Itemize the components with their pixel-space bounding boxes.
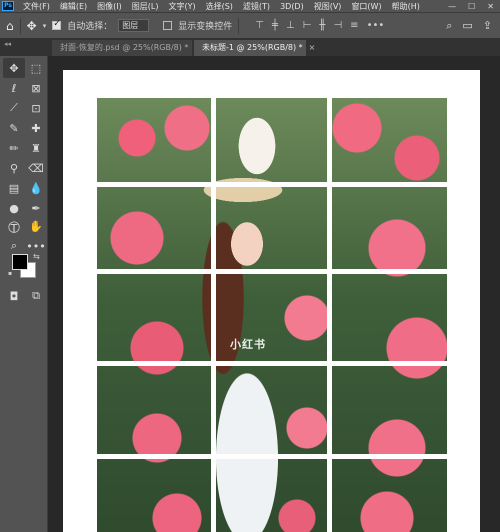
eyedropper-icon[interactable]: ✎ — [3, 118, 25, 138]
auto-select-checkbox[interactable] — [52, 19, 62, 30]
show-transform-checkbox[interactable] — [163, 21, 173, 30]
grid-photo: 小红书 — [97, 98, 447, 532]
healing-brush-icon[interactable]: ✚ — [25, 118, 47, 138]
swap-colors-icon[interactable]: ⇆ — [33, 252, 40, 261]
eraser-tool-icon[interactable]: ⌫ — [25, 158, 47, 178]
align-bottom-icon[interactable]: ⊥ — [286, 20, 295, 31]
align-right-icon[interactable]: ⊣ — [333, 20, 342, 31]
minimize-icon[interactable]: — — [448, 2, 456, 11]
frame-tool-icon[interactable]: ⊡ — [25, 98, 47, 118]
menu-3d[interactable]: 3D(D) — [275, 2, 309, 11]
home-icon[interactable]: ⌂ — [6, 19, 14, 33]
menu-bar: Ps 文件(F) 编辑(E) 图像(I) 图层(L) 文字(Y) 选择(S) 滤… — [0, 0, 500, 12]
grid-divider — [327, 98, 332, 532]
chevron-down-icon[interactable]: ▾ — [43, 22, 47, 30]
grid-divider — [97, 269, 447, 274]
tab-untitled-document[interactable]: 未标题-1 @ 25%(RGB/8) * × — [194, 40, 315, 56]
menu-window[interactable]: 窗口(W) — [346, 1, 386, 12]
align-top-icon[interactable]: ⊤ — [255, 20, 264, 31]
grid-divider — [97, 454, 447, 459]
document-tabs: ◂◂ 封面-恢复的.psd @ 25%(RGB/8) *× 未标题-1 @ 25… — [0, 38, 500, 56]
menu-select[interactable]: 选择(S) — [201, 1, 238, 12]
zoom-icon[interactable]: ⌕ — [3, 236, 25, 256]
move-tool-icon[interactable]: ✥ — [3, 58, 25, 78]
menu-edit[interactable]: 编辑(E) — [55, 1, 92, 12]
move-tool-icon[interactable]: ✥ — [27, 19, 37, 33]
hand-icon[interactable]: ✋ — [25, 216, 47, 236]
grid-divider — [97, 182, 447, 187]
tab-label: 未标题-1 @ 25%(RGB/8) * — [202, 43, 303, 52]
menu-file[interactable]: 文件(F) — [18, 1, 55, 12]
pen-tool-icon[interactable]: ✒ — [25, 198, 47, 218]
foreground-color-swatch[interactable] — [12, 254, 28, 270]
show-transform-label: 显示变换控件 — [178, 22, 233, 32]
more-icon[interactable]: ••• — [367, 20, 385, 31]
blur-tool-icon[interactable]: 💧 — [25, 178, 47, 198]
menu-view[interactable]: 视图(V) — [309, 1, 347, 12]
brush-tool-icon[interactable]: ✏ — [3, 138, 25, 158]
crop-tool-icon[interactable]: ⟋ — [3, 98, 25, 118]
auto-select-dropdown[interactable]: 图层 — [118, 19, 150, 32]
ellipse-icon[interactable]: ◯ — [3, 216, 25, 236]
menu-layer[interactable]: 图层(L) — [127, 1, 164, 12]
align-center-icon[interactable]: ╫ — [319, 20, 325, 31]
menu-filter[interactable]: 滤镜(T) — [238, 1, 275, 12]
maximize-icon[interactable]: ☐ — [468, 2, 475, 11]
tab-cover-document[interactable]: 封面-恢复的.psd @ 25%(RGB/8) *× — [52, 40, 201, 56]
align-middle-icon[interactable]: ╪ — [272, 20, 278, 31]
auto-select-label: 自动选择： — [67, 22, 113, 32]
photoshop-logo: Ps — [2, 1, 14, 11]
watermark-text: 小红书 — [230, 338, 266, 351]
gradient-tool-icon[interactable]: ▤ — [3, 178, 25, 198]
divider — [19, 17, 21, 34]
marquee-tool-icon[interactable]: ⬚ — [25, 58, 47, 78]
stamp-tool-icon[interactable]: ♜ — [25, 138, 47, 158]
document-canvas[interactable]: 小红书 — [63, 70, 480, 532]
collapse-panel-icon[interactable]: ◂◂ — [4, 40, 11, 48]
history-brush-icon[interactable]: ⚲ — [3, 158, 25, 178]
object-select-icon[interactable]: ⊠ — [25, 78, 47, 98]
screen-mode-icon[interactable]: ⧉ — [25, 286, 47, 306]
menu-type[interactable]: 文字(Y) — [163, 1, 200, 12]
quick-mask-icon[interactable]: ◘ — [3, 286, 25, 306]
menu-image[interactable]: 图像(I) — [92, 1, 127, 12]
distribute-icon[interactable]: ≡ — [350, 20, 358, 31]
tab-label: 封面-恢复的.psd @ 25%(RGB/8) * — [60, 43, 189, 52]
options-bar: ⌂ ✥ ▾ 自动选择： 图层 显示变换控件 ⊤ ╪ ⊥ ⊢ ╫ ⊣ ≡ ••• … — [0, 12, 500, 38]
grid-divider — [211, 98, 216, 532]
dodge-tool-icon[interactable]: ● — [3, 198, 25, 218]
divider — [238, 17, 240, 34]
default-colors-icon[interactable]: ▪ — [8, 270, 12, 277]
grid-divider — [97, 361, 447, 366]
workspace-icon[interactable]: ▭ — [462, 19, 472, 33]
close-icon[interactable]: × — [309, 43, 316, 52]
share-icon[interactable]: ⇪ — [483, 19, 492, 33]
close-icon[interactable]: ✕ — [487, 2, 494, 11]
align-left-icon[interactable]: ⊢ — [303, 20, 312, 31]
canvas-area[interactable]: 小红书 — [49, 56, 500, 532]
lasso-tool-icon[interactable]: ℓ — [3, 78, 25, 98]
menu-help[interactable]: 帮助(H) — [387, 1, 425, 12]
search-icon[interactable]: ⌕ — [446, 19, 452, 33]
